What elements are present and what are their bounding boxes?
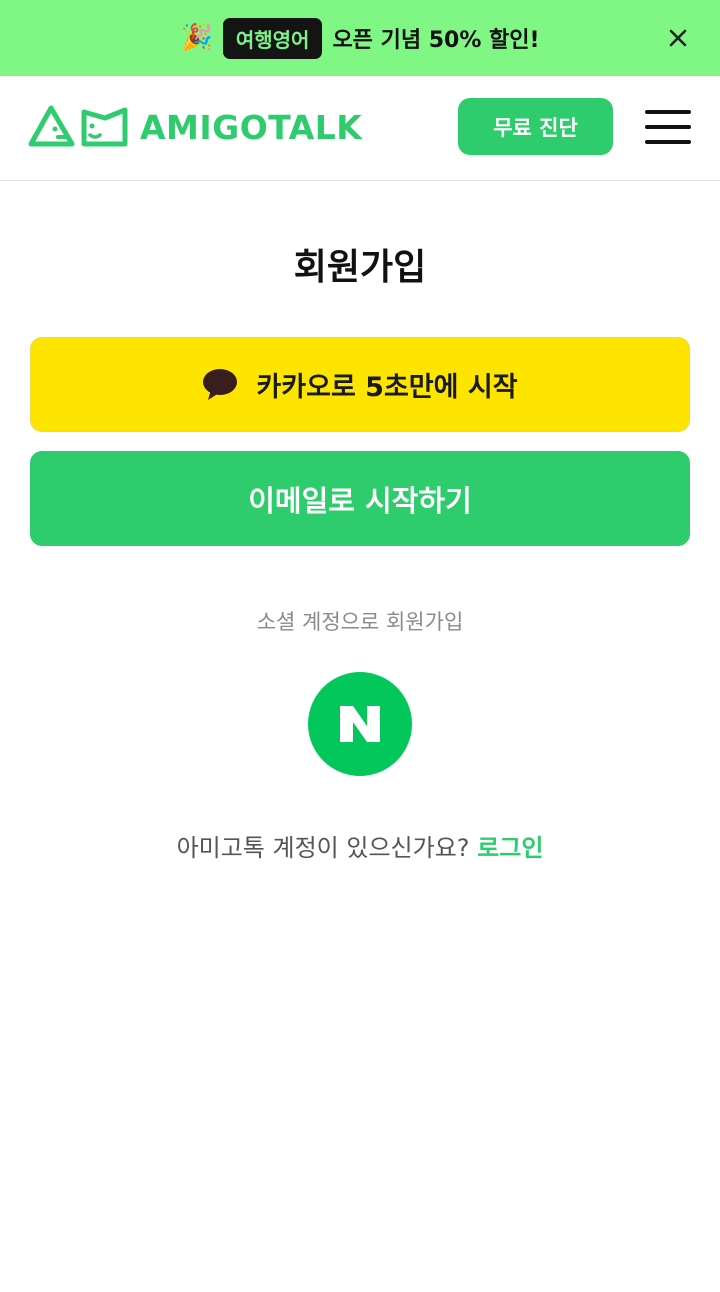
speech-bubble-icon [203,368,238,400]
login-prompt-text: 아미고톡 계정이 있으신가요? [176,834,470,862]
page-title: 회원가입 [293,247,427,288]
social-signup-label: 소셜 계정으로 회원가입 [256,610,464,634]
promo-text: 오픈 기념 50% 할인! [332,28,540,53]
party-popper-icon: 🎉 [180,23,213,53]
naver-n-icon [340,706,380,742]
kakao-start-button[interactable]: 카카오로 5초만에 시작 [30,337,690,432]
logo-mark-icon [28,105,128,147]
login-link[interactable]: 로그인 [477,834,543,862]
email-start-button[interactable]: 이메일로 시작하기 [30,451,690,546]
site-header: AMIGOTALK 무료 진단 [0,76,720,181]
promo-badge: 여행영어 [222,17,323,59]
logo[interactable]: AMIGOTALK [28,104,362,150]
naver-login-button[interactable] [308,672,412,776]
logo-text: AMIGOTALK [140,107,363,147]
email-button-label: 이메일로 시작하기 [248,483,472,518]
free-diagnosis-button[interactable]: 무료 진단 [458,98,613,155]
close-icon[interactable] [662,22,694,54]
promo-content: 🎉 여행영어 오픈 기념 50% 할인! [180,17,540,59]
promo-banner: 🎉 여행영어 오픈 기념 50% 할인! [0,0,720,76]
kakao-button-label: 카카오로 5초만에 시작 [256,372,518,403]
login-prompt-row: 아미고톡 계정이 있으신가요? 로그인 [0,828,720,863]
hamburger-menu-icon[interactable] [645,110,691,144]
